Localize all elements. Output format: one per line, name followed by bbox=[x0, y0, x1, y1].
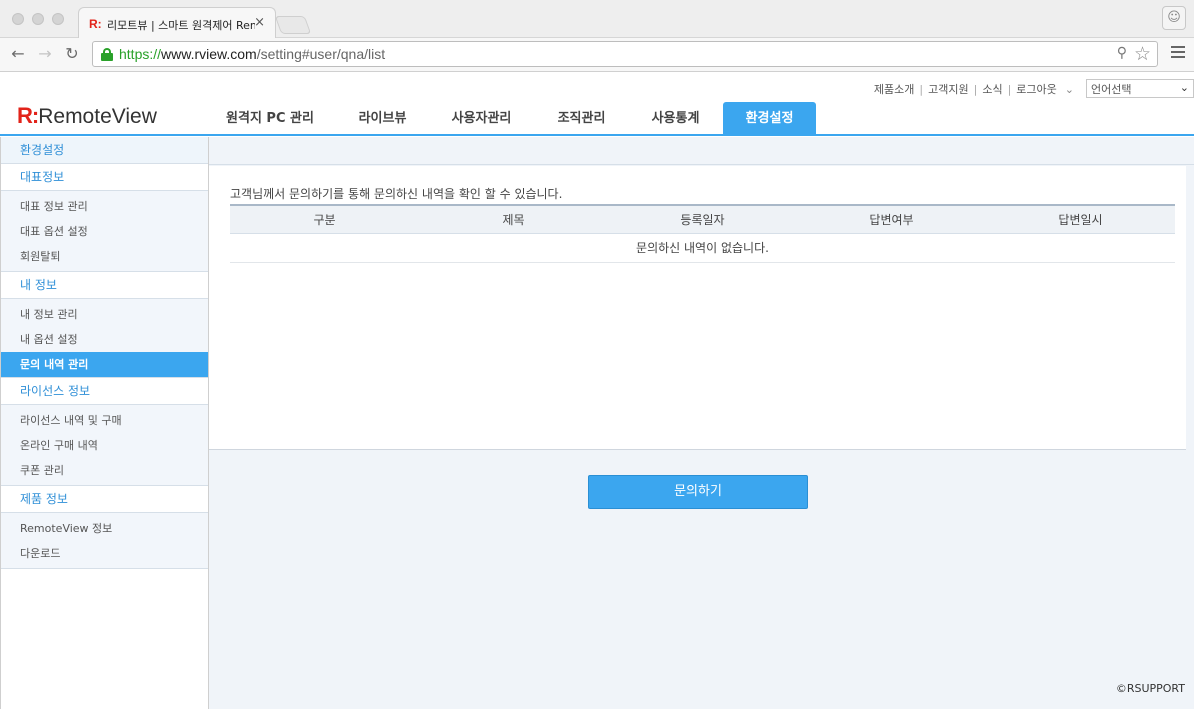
nav-usage-stats[interactable]: 사용통계 bbox=[628, 102, 723, 136]
site-header: R:RemoteView 제품소개 | 고객지원 | 소식 | 로그아웃 ⌄ 언어선택 ⌄ 원… bbox=[0, 73, 1194, 136]
intro-text: 고객님께서 문의하기를 통해 문의하신 내역을 확인 할 수 있습니다. bbox=[230, 187, 563, 201]
new-tab-button[interactable] bbox=[274, 16, 312, 34]
sidebar-heading-product[interactable]: 제품 정보 bbox=[1, 486, 208, 513]
column-header-date: 등록일자 bbox=[608, 204, 797, 234]
util-link-logout[interactable]: 로그아웃 bbox=[1016, 83, 1056, 96]
table-header-row: 구분 제목 등록일자 답변여부 답변일시 bbox=[230, 204, 1175, 234]
util-link-news[interactable]: 소식 bbox=[982, 83, 1002, 96]
table-row: 문의하신 내역이 없습니다. bbox=[230, 233, 1175, 263]
window-zoom-button[interactable] bbox=[52, 13, 64, 25]
sidebar-item-product-info[interactable]: RemoteView 정보 bbox=[1, 516, 208, 541]
sidebar-item-rep-info-manage[interactable]: 대표 정보 관리 bbox=[1, 194, 208, 219]
sidebar-item-my-options[interactable]: 내 옵션 설정 bbox=[1, 327, 208, 352]
browser-tab[interactable]: R: 리모트뷰 | 스마트 원격제어 RemoteView × bbox=[78, 7, 276, 39]
sidebar-heading-my-info[interactable]: 내 정보 bbox=[1, 272, 208, 299]
sidebar: 환경설정 대표정보 대표 정보 관리 대표 옵션 설정 회원탈퇴 내 정보 내 … bbox=[0, 137, 209, 709]
sidebar-item-online-purchases[interactable]: 온라인 구매 내역 bbox=[1, 433, 208, 458]
column-header-answered: 답변여부 bbox=[797, 204, 986, 234]
sidebar-item-withdraw[interactable]: 회원탈퇴 bbox=[1, 244, 208, 269]
util-link-support[interactable]: 고객지원 bbox=[928, 83, 968, 96]
sidebar-group: 대표 정보 관리 대표 옵션 설정 회원탈퇴 bbox=[1, 191, 208, 272]
sidebar-item-coupons[interactable]: 쿠폰 관리 bbox=[1, 458, 208, 483]
qna-panel: 고객님께서 문의하기를 통해 문의하신 내역을 확인 할 수 있습니다. 구분 … bbox=[209, 166, 1186, 450]
key-icon[interactable]: ⚲ bbox=[1117, 45, 1127, 61]
sidebar-title[interactable]: 환경설정 bbox=[1, 137, 208, 164]
ask-question-button[interactable]: 문의하기 bbox=[588, 475, 808, 509]
nav-remote-pc[interactable]: 원격지 PC 관리 bbox=[210, 102, 330, 136]
content-topbar bbox=[209, 137, 1194, 165]
chevron-down-icon[interactable]: ⌄ bbox=[1065, 83, 1074, 96]
star-icon[interactable]: ☆ bbox=[1134, 43, 1151, 65]
tab-title: 리모트뷰 | 스마트 원격제어 RemoteView bbox=[107, 19, 255, 32]
main-content: 고객님께서 문의하기를 통해 문의하신 내역을 확인 할 수 있습니다. 구분 … bbox=[209, 137, 1194, 709]
url-text[interactable]: https://www.rview.com/setting#user/qna/l… bbox=[119, 46, 385, 62]
window-close-button[interactable] bbox=[12, 13, 24, 25]
sidebar-group: 라이선스 내역 및 구매 온라인 구매 내역 쿠폰 관리 bbox=[1, 405, 208, 486]
address-bar[interactable]: https://www.rview.com/setting#user/qna/l… bbox=[92, 41, 1158, 67]
sidebar-item-rep-options[interactable]: 대표 옵션 설정 bbox=[1, 219, 208, 244]
sidebar-item-my-info-manage[interactable]: 내 정보 관리 bbox=[1, 302, 208, 327]
hamburger-menu-icon[interactable] bbox=[1171, 46, 1185, 58]
sidebar-group: RemoteView 정보 다운로드 bbox=[1, 513, 208, 569]
browser-toolbar: ← → ↻ https://www.rview.com/setting#user… bbox=[0, 38, 1194, 72]
sidebar-item-download[interactable]: 다운로드 bbox=[1, 541, 208, 566]
nav-org-management[interactable]: 조직관리 bbox=[534, 102, 629, 136]
sidebar-heading-license[interactable]: 라이선스 정보 bbox=[1, 378, 208, 405]
empty-message: 문의하신 내역이 없습니다. bbox=[230, 233, 1175, 263]
language-select[interactable]: 언어선택 ⌄ bbox=[1086, 79, 1194, 98]
chevron-down-icon: ⌄ bbox=[1179, 81, 1189, 94]
qna-table: 구분 제목 등록일자 답변여부 답변일시 문의하신 내역이 없습니다. bbox=[230, 204, 1175, 263]
column-header-answer-date: 답변일시 bbox=[986, 204, 1175, 234]
back-arrow-icon[interactable]: ← bbox=[8, 44, 28, 64]
lock-icon bbox=[101, 48, 113, 61]
sidebar-item-qna-history[interactable]: 문의 내역 관리 bbox=[1, 352, 208, 377]
copyright: ©RSUPPORT bbox=[1115, 682, 1185, 695]
browser-titlebar: R: 리모트뷰 | 스마트 원격제어 RemoteView × ☺ bbox=[0, 0, 1194, 39]
reload-icon[interactable]: ↻ bbox=[62, 44, 82, 64]
window-minimize-button[interactable] bbox=[32, 13, 44, 25]
favicon-icon: R: bbox=[89, 17, 102, 31]
nav-settings[interactable]: 환경설정 bbox=[723, 102, 816, 136]
sidebar-group: 내 정보 관리 내 옵션 설정 문의 내역 관리 bbox=[1, 299, 208, 378]
sidebar-item-license-purchase[interactable]: 라이선스 내역 및 구매 bbox=[1, 408, 208, 433]
utility-links: 제품소개 | 고객지원 | 소식 | 로그아웃 ⌄ bbox=[873, 83, 1074, 96]
close-icon[interactable]: × bbox=[254, 15, 265, 30]
column-header-title: 제목 bbox=[419, 204, 608, 234]
column-header-category: 구분 bbox=[230, 204, 419, 234]
forward-arrow-icon[interactable]: → bbox=[35, 44, 55, 64]
logo[interactable]: R:RemoteView bbox=[17, 103, 157, 129]
util-link-products[interactable]: 제품소개 bbox=[874, 83, 914, 96]
sidebar-heading-rep-info[interactable]: 대표정보 bbox=[1, 164, 208, 191]
nav-user-management[interactable]: 사용자관리 bbox=[434, 102, 529, 136]
person-icon[interactable]: ☺ bbox=[1162, 6, 1186, 30]
nav-liveview[interactable]: 라이브뷰 bbox=[335, 102, 430, 136]
